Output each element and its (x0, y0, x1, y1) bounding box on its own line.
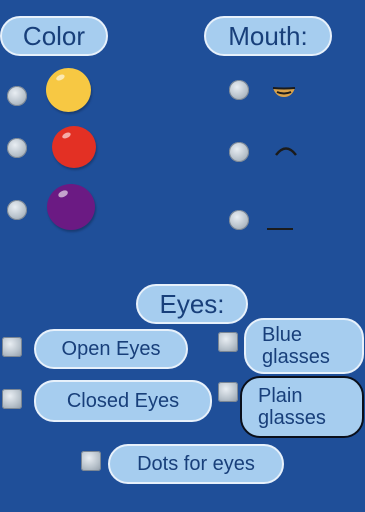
yellow-color-swatch[interactable] (46, 68, 91, 112)
flat-line-mouth-icon (267, 228, 293, 230)
open-eyes-checkbox[interactable] (2, 337, 22, 357)
color-radio-red[interactable] (7, 138, 27, 158)
eyes-header: Eyes: (136, 284, 248, 324)
red-color-swatch[interactable] (52, 126, 96, 168)
mouth-radio-flat[interactable] (229, 210, 249, 230)
color-radio-yellow[interactable] (7, 86, 27, 106)
blue-glasses-button[interactable]: Blue glasses (244, 318, 364, 374)
blue-glasses-label-line2: glasses (262, 346, 330, 368)
closed-eyes-button[interactable]: Closed Eyes (34, 380, 212, 422)
blue-glasses-label-line1: Blue (262, 324, 303, 346)
mouth-radio-frown[interactable] (229, 142, 249, 162)
plain-glasses-button[interactable]: Plain glasses (240, 376, 364, 438)
dots-for-eyes-checkbox[interactable] (81, 451, 101, 471)
color-radio-purple[interactable] (7, 200, 27, 220)
plain-glasses-label-line1: Plain (258, 385, 303, 407)
mouth-radio-open-smile[interactable] (229, 80, 249, 100)
plain-glasses-label-line2: glasses (258, 407, 326, 429)
dots-for-eyes-button[interactable]: Dots for eyes (108, 444, 284, 484)
plain-glasses-checkbox[interactable] (218, 382, 238, 402)
frown-mouth-icon (275, 147, 297, 156)
mouth-header: Mouth: (204, 16, 332, 56)
color-header: Color (0, 16, 108, 56)
open-eyes-button[interactable]: Open Eyes (34, 329, 188, 369)
closed-eyes-checkbox[interactable] (2, 389, 22, 409)
open-smile-mouth-icon (272, 87, 296, 97)
purple-color-swatch[interactable] (47, 184, 95, 230)
blue-glasses-checkbox[interactable] (218, 332, 238, 352)
